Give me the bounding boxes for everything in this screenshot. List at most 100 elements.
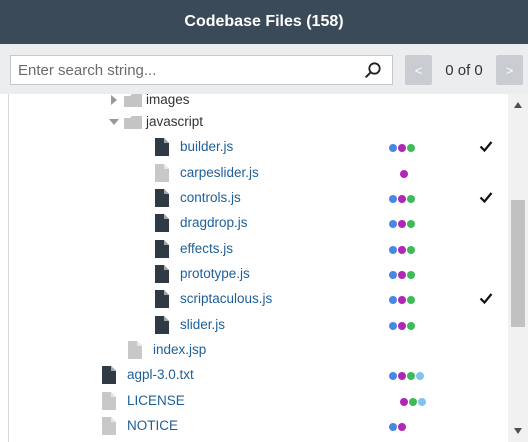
green-dot xyxy=(407,220,415,228)
green-dot xyxy=(407,246,415,254)
file-name[interactable]: builder.js xyxy=(180,139,233,154)
language-dots xyxy=(389,372,424,380)
match-count: 0 of 0 xyxy=(445,61,483,79)
checkmark-icon xyxy=(479,293,493,305)
language-dots xyxy=(389,220,415,228)
purple-dot xyxy=(398,296,406,304)
tree-row[interactable]: prototype.js xyxy=(9,262,506,287)
file-icon xyxy=(155,214,169,232)
green-dot xyxy=(407,144,415,152)
language-dots xyxy=(400,398,426,406)
language-dots xyxy=(400,170,408,178)
language-dots xyxy=(389,195,415,203)
purple-dot xyxy=(398,423,406,431)
search-input[interactable] xyxy=(11,56,351,84)
purple-dot xyxy=(400,170,408,178)
search-box xyxy=(10,55,393,85)
file-icon xyxy=(155,138,169,156)
tree-row[interactable]: controls.js xyxy=(9,186,506,211)
blue-dot xyxy=(389,271,397,279)
file-name[interactable]: slider.js xyxy=(180,317,225,332)
purple-dot xyxy=(398,322,406,330)
blue-dot xyxy=(389,144,397,152)
file-icon xyxy=(155,316,169,334)
blue-dot xyxy=(389,423,397,431)
file-name[interactable]: index.jsp xyxy=(153,342,206,357)
lightblue-dot xyxy=(418,398,426,406)
file-name[interactable]: agpl-3.0.txt xyxy=(127,367,194,382)
blue-dot xyxy=(389,195,397,203)
blue-dot xyxy=(389,220,397,228)
green-dot xyxy=(407,195,415,203)
folder-name[interactable]: images xyxy=(146,94,190,107)
previous-match-button[interactable]: < xyxy=(405,55,432,85)
lightblue-dot xyxy=(416,372,424,380)
file-name[interactable]: LICENSE xyxy=(127,393,185,408)
tree-row[interactable]: javascript xyxy=(9,110,506,135)
search-bar: < 0 of 0 > xyxy=(0,44,528,94)
file-icon xyxy=(102,392,116,410)
file-icon xyxy=(155,265,169,283)
green-dot xyxy=(407,372,415,380)
file-icon xyxy=(128,341,142,359)
tree-row[interactable]: index.jsp xyxy=(9,338,506,363)
purple-dot xyxy=(398,372,406,380)
file-name[interactable]: effects.js xyxy=(180,241,233,256)
blue-dot xyxy=(389,322,397,330)
file-tree: images javascript builder.js carpeslider.js… xyxy=(8,94,506,442)
tree-row[interactable]: effects.js xyxy=(9,237,506,262)
file-name[interactable]: dragdrop.js xyxy=(180,215,248,230)
tree-row[interactable]: builder.js xyxy=(9,135,506,160)
checkmark-icon xyxy=(479,141,493,153)
blue-dot xyxy=(389,296,397,304)
codebase-files-panel: Codebase Files (158) < 0 of 0 > images ja… xyxy=(0,0,528,442)
green-dot xyxy=(409,398,417,406)
language-dots xyxy=(389,322,415,330)
scrollbar-thumb[interactable] xyxy=(511,200,525,327)
green-dot xyxy=(407,271,415,279)
purple-dot xyxy=(398,246,406,254)
expand-arrow-icon[interactable] xyxy=(109,95,119,105)
scroll-up-arrow-icon[interactable] xyxy=(514,102,522,108)
checkmark-icon xyxy=(479,192,493,204)
purple-dot xyxy=(398,220,406,228)
search-icon[interactable] xyxy=(364,61,382,79)
file-name[interactable]: scriptaculous.js xyxy=(180,291,272,306)
tree-row[interactable]: NOTICE xyxy=(9,414,506,439)
file-name[interactable]: NOTICE xyxy=(127,418,178,433)
language-dots xyxy=(389,144,415,152)
panel-header: Codebase Files (158) xyxy=(0,0,528,44)
folder-name[interactable]: javascript xyxy=(146,114,203,129)
language-dots xyxy=(389,271,415,279)
folder-icon xyxy=(124,116,142,129)
folder-icon xyxy=(124,94,142,107)
purple-dot xyxy=(400,398,408,406)
panel-title: Codebase Files (158) xyxy=(184,13,344,30)
language-dots xyxy=(389,246,415,254)
file-name[interactable]: carpeslider.js xyxy=(180,165,259,180)
file-name[interactable]: prototype.js xyxy=(180,266,250,281)
language-dots xyxy=(389,296,415,304)
blue-dot xyxy=(389,372,397,380)
next-match-button[interactable]: > xyxy=(496,55,523,85)
language-dots xyxy=(389,423,406,431)
file-icon xyxy=(102,417,116,435)
tree-row[interactable]: LICENSE xyxy=(9,389,506,414)
green-dot xyxy=(407,322,415,330)
file-icon xyxy=(155,290,169,308)
tree-row[interactable]: carpeslider.js xyxy=(9,161,506,186)
blue-dot xyxy=(389,246,397,254)
tree-row[interactable]: dragdrop.js xyxy=(9,211,506,236)
file-icon xyxy=(102,366,116,384)
collapse-arrow-icon[interactable] xyxy=(109,117,119,127)
tree-row[interactable]: scriptaculous.js xyxy=(9,287,506,312)
purple-dot xyxy=(398,271,406,279)
green-dot xyxy=(407,296,415,304)
file-name[interactable]: controls.js xyxy=(180,190,241,205)
scroll-down-arrow-icon[interactable] xyxy=(514,428,522,434)
tree-row[interactable]: agpl-3.0.txt xyxy=(9,363,506,388)
vertical-scrollbar[interactable] xyxy=(508,94,528,442)
tree-row[interactable]: slider.js xyxy=(9,313,506,338)
file-icon xyxy=(155,189,169,207)
purple-dot xyxy=(398,195,406,203)
